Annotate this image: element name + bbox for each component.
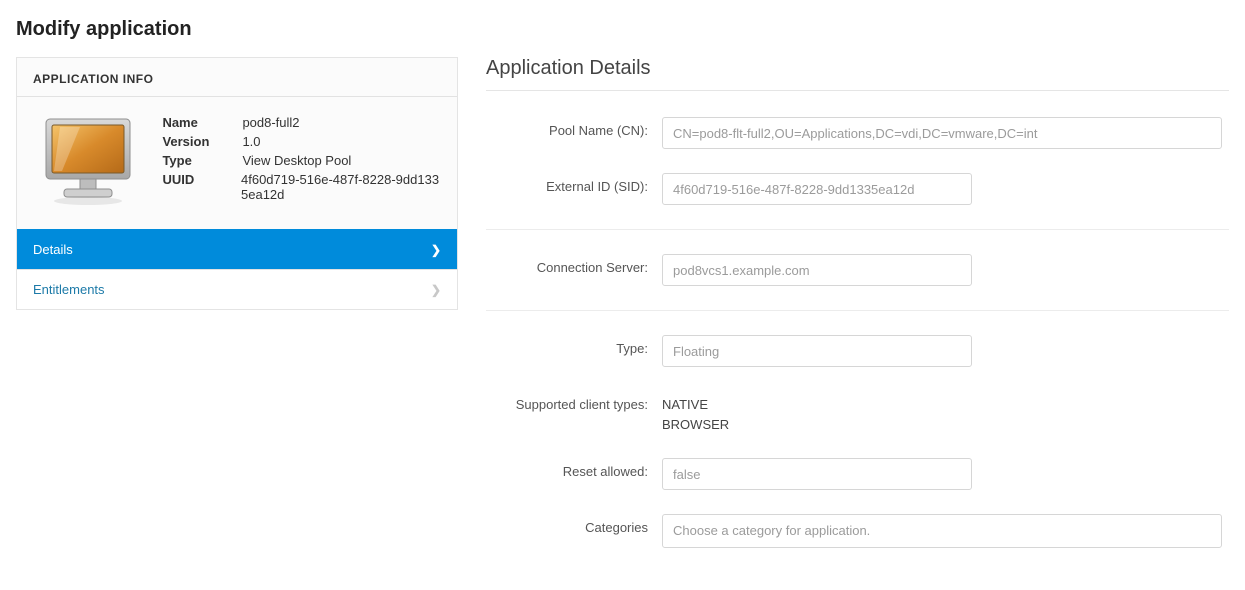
application-icon xyxy=(33,115,142,207)
nav-entitlements[interactable]: Entitlements ❯ xyxy=(17,269,457,309)
type-label: Type: xyxy=(486,335,662,356)
nav-entitlements-label: Entitlements xyxy=(33,282,105,297)
info-uuid-value: 4f60d719-516e-487f-8228-9dd1335ea12d xyxy=(241,172,441,202)
nav-details[interactable]: Details ❯ xyxy=(17,229,457,269)
categories-label: Categories xyxy=(486,514,662,535)
application-info-values: Name pod8-full2 Version 1.0 Type View De… xyxy=(162,115,441,207)
pool-name-field[interactable] xyxy=(662,117,1222,149)
info-version-label: Version xyxy=(162,134,242,149)
application-info-panel: APPLICATION INFO xyxy=(16,57,458,310)
info-type-value: View Desktop Pool xyxy=(242,153,351,168)
connection-server-field[interactable] xyxy=(662,254,972,286)
info-name-value: pod8-full2 xyxy=(242,115,299,130)
info-name-label: Name xyxy=(162,115,242,130)
categories-field[interactable]: Choose a category for application. xyxy=(662,514,1222,548)
reset-allowed-field[interactable] xyxy=(662,458,972,490)
info-uuid-label: UUID xyxy=(162,172,241,202)
info-type-label: Type xyxy=(162,153,242,168)
chevron-right-icon: ❯ xyxy=(431,283,441,297)
info-version-value: 1.0 xyxy=(242,134,260,149)
connection-server-label: Connection Server: xyxy=(486,254,662,275)
supported-clients-value: NATIVE BROWSER xyxy=(662,391,1222,434)
application-info-header: APPLICATION INFO xyxy=(17,58,457,97)
external-id-label: External ID (SID): xyxy=(486,173,662,194)
reset-allowed-label: Reset allowed: xyxy=(486,458,662,479)
application-details-section: Application Details Pool Name (CN): Exte… xyxy=(486,57,1229,572)
divider xyxy=(486,310,1229,311)
application-details-heading: Application Details xyxy=(486,57,1229,91)
external-id-field[interactable] xyxy=(662,173,972,205)
nav-details-label: Details xyxy=(33,242,73,257)
page-title: Modify application xyxy=(16,18,1229,41)
pool-name-label: Pool Name (CN): xyxy=(486,117,662,138)
type-field[interactable] xyxy=(662,335,972,367)
divider xyxy=(486,229,1229,230)
supported-clients-label: Supported client types: xyxy=(486,391,662,412)
chevron-right-icon: ❯ xyxy=(431,243,441,257)
